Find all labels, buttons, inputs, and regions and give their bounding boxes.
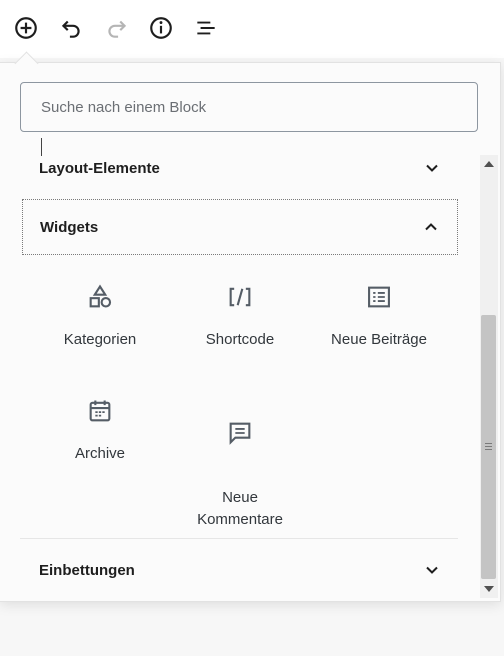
chevron-up-icon xyxy=(425,223,437,231)
panel-embeds[interactable]: Einbettungen xyxy=(22,542,458,598)
grip-icon xyxy=(485,443,492,444)
info-icon xyxy=(150,17,172,39)
info-button[interactable] xyxy=(145,12,177,44)
redo-icon xyxy=(108,20,127,38)
scroll-down-arrow-icon[interactable] xyxy=(484,586,494,592)
editor-toolbar xyxy=(0,0,504,58)
block-latest-comments[interactable]: Neue Kommentare xyxy=(170,397,310,531)
block-latest-posts[interactable]: Neue Beiträge xyxy=(309,283,449,351)
panel-embeds-label: Einbettungen xyxy=(39,561,135,579)
panel-widgets-label: Widgets xyxy=(40,218,99,236)
panel-scrollbar[interactable] xyxy=(480,155,498,598)
panel-layout-elements-label: Layout-Elemente xyxy=(39,159,160,177)
section-divider xyxy=(20,538,458,539)
undo-button[interactable] xyxy=(55,12,87,44)
block-shortcode[interactable]: Shortcode xyxy=(170,283,310,351)
comments-icon xyxy=(229,422,251,445)
chevron-down-icon xyxy=(426,164,438,172)
latest-posts-icon xyxy=(368,286,390,308)
panel-widgets[interactable]: Widgets xyxy=(22,199,458,255)
block-categories[interactable]: Kategorien xyxy=(30,283,170,351)
block-search-input[interactable] xyxy=(21,83,477,131)
panel-layout-elements[interactable]: Layout-Elemente xyxy=(22,140,458,196)
block-label: Shortcode xyxy=(205,331,275,348)
block-label: Neue Beiträge xyxy=(331,331,427,348)
add-block-icon xyxy=(15,17,37,39)
add-block-button[interactable] xyxy=(10,12,42,44)
calendar-icon xyxy=(89,400,111,422)
list-view-icon xyxy=(197,21,215,35)
categories-icon xyxy=(89,284,112,308)
scroll-up-arrow-icon[interactable] xyxy=(484,161,494,167)
shortcode-icon xyxy=(229,287,251,307)
undo-icon xyxy=(61,20,80,38)
block-archives[interactable]: Archive xyxy=(30,397,170,465)
chevron-down-icon xyxy=(426,566,438,574)
scrollbar-thumb[interactable] xyxy=(481,315,496,579)
search-box xyxy=(20,82,478,132)
block-label: Archive xyxy=(74,445,126,462)
redo-button[interactable] xyxy=(101,12,133,44)
list-view-button[interactable] xyxy=(190,12,222,44)
block-label: Neue Kommentare xyxy=(197,489,283,528)
block-label: Kategorien xyxy=(63,331,137,348)
